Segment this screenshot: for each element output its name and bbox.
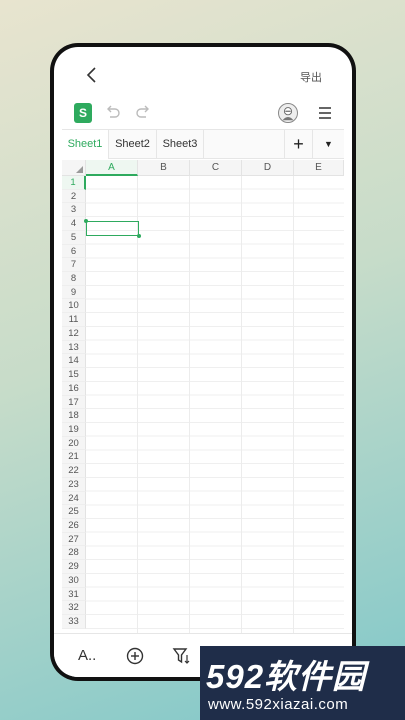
spreadsheet-grid: A B C D E 1 2 3 4 5 6 7 8 9 10 11 12 13 14 15 16 17 18 19 2… <box>62 160 344 633</box>
row-header[interactable]: 23 <box>62 477 86 492</box>
row-header[interactable]: 32 <box>62 601 86 616</box>
column-header-b[interactable]: B <box>138 160 190 176</box>
row-header[interactable]: 30 <box>62 573 86 588</box>
watermark-url: www.592xiazai.com <box>208 696 349 713</box>
row-header[interactable]: 11 <box>62 313 86 327</box>
toolbar: S <box>54 102 352 130</box>
font-style-icon[interactable]: A.. <box>78 646 98 666</box>
row-header[interactable]: 14 <box>62 354 86 369</box>
row-header[interactable]: 8 <box>62 272 86 286</box>
row-header[interactable]: 13 <box>62 340 86 355</box>
tab-sheet1[interactable]: Sheet1 <box>62 130 109 159</box>
row-header[interactable]: 12 <box>62 326 86 341</box>
row-header[interactable]: 7 <box>62 258 86 273</box>
row-header[interactable]: 29 <box>62 560 86 574</box>
row-header[interactable]: 28 <box>62 546 86 561</box>
row-header[interactable]: 15 <box>62 368 86 382</box>
add-sheet-button[interactable]: + <box>284 130 312 159</box>
sheet-menu-button[interactable]: ▼ <box>312 130 344 159</box>
selection-handle-top-left[interactable] <box>84 219 88 223</box>
watermark-logo: 592软件园 www.592xiazai.com <box>200 646 405 720</box>
row-header[interactable]: 27 <box>62 532 86 547</box>
phone-frame: 导出 S Sheet1 Sheet2 Sheet3 + ▼ A B C D E … <box>50 43 356 681</box>
row-header[interactable]: 17 <box>62 395 86 410</box>
row-header[interactable]: 5 <box>62 230 86 245</box>
app-screen: 导出 S Sheet1 Sheet2 Sheet3 + ▼ A B C D E … <box>54 47 352 677</box>
row-header[interactable]: 3 <box>62 203 86 218</box>
avatar[interactable] <box>278 103 298 123</box>
sheet-tabs: Sheet1 Sheet2 Sheet3 + ▼ <box>62 129 344 159</box>
row-header[interactable]: 24 <box>62 491 86 506</box>
row-header[interactable]: 2 <box>62 189 86 204</box>
undo-icon[interactable] <box>104 104 122 122</box>
tab-sheet3[interactable]: Sheet3 <box>157 130 204 159</box>
tab-sheet2[interactable]: Sheet2 <box>109 130 157 159</box>
column-header-d[interactable]: D <box>242 160 294 176</box>
row-header[interactable]: 18 <box>62 409 86 423</box>
row-header[interactable]: 19 <box>62 422 86 437</box>
row-header[interactable]: 31 <box>62 587 86 602</box>
selected-cell[interactable] <box>84 219 141 238</box>
top-bar: 导出 <box>54 47 352 102</box>
select-all-corner[interactable] <box>62 160 86 176</box>
back-icon[interactable] <box>82 65 102 85</box>
spreadsheet-app-icon: S <box>74 103 92 123</box>
row-header[interactable]: 21 <box>62 450 86 465</box>
column-header-a[interactable]: A <box>86 160 138 176</box>
export-button[interactable]: 导出 <box>300 69 322 85</box>
row-header[interactable]: 26 <box>62 519 86 533</box>
row-header[interactable]: 25 <box>62 505 86 519</box>
redo-icon[interactable] <box>134 104 152 122</box>
watermark-title: 592软件园 <box>206 658 367 695</box>
row-header[interactable]: 22 <box>62 464 86 478</box>
row-header[interactable]: 33 <box>62 615 86 629</box>
row-header[interactable]: 4 <box>62 217 86 231</box>
insert-icon[interactable] <box>125 646 145 666</box>
menu-icon[interactable] <box>317 105 333 121</box>
column-header-e[interactable]: E <box>294 160 344 176</box>
row-header[interactable]: 6 <box>62 244 86 259</box>
filter-icon[interactable] <box>172 646 192 666</box>
selection-handle-bottom-right[interactable] <box>137 234 141 238</box>
row-header[interactable]: 10 <box>62 299 86 314</box>
row-header[interactable]: 1 <box>62 176 86 190</box>
select-all-icon <box>76 166 83 173</box>
row-header[interactable]: 9 <box>62 285 86 300</box>
row-header[interactable]: 20 <box>62 436 86 451</box>
row-header[interactable]: 16 <box>62 381 86 396</box>
column-header-c[interactable]: C <box>190 160 242 176</box>
cell-area[interactable] <box>86 176 344 633</box>
